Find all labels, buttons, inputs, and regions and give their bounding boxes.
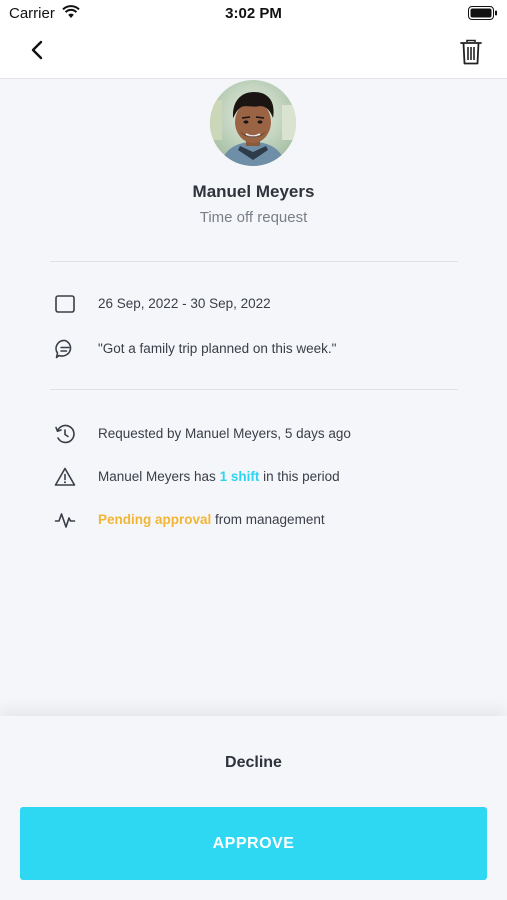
shift-row: Manuel Meyers has 1 shift in this period <box>54 466 474 490</box>
calendar-icon <box>55 295 75 313</box>
divider <box>50 389 458 390</box>
requested-text: Requested by Manuel Meyers, 5 days ago <box>98 426 351 441</box>
shift-text-suffix: in this period <box>259 469 340 484</box>
comment-text: "Got a family trip planned on this week.… <box>98 341 337 356</box>
trash-icon[interactable] <box>459 38 483 66</box>
warning-icon <box>54 467 76 486</box>
navigation-bar <box>0 28 507 79</box>
battery-icon <box>468 6 497 20</box>
avatar <box>210 80 296 166</box>
comment-icon <box>55 339 72 359</box>
action-panel: Decline APPROVE <box>0 716 507 900</box>
status-row: Pending approval from management <box>54 509 474 533</box>
history-clock-icon <box>55 424 75 444</box>
status-text: Pending approval from management <box>98 512 325 527</box>
back-chevron-icon[interactable] <box>26 38 50 62</box>
activity-pulse-icon <box>54 513 76 528</box>
clock-time: 3:02 PM <box>225 5 282 22</box>
comment-row: "Got a family trip planned on this week.… <box>54 338 474 362</box>
shift-count-link[interactable]: 1 shift <box>220 469 260 484</box>
shift-text: Manuel Meyers has 1 shift in this period <box>98 469 340 484</box>
divider <box>50 261 458 262</box>
status-text-suffix: from management <box>211 512 325 527</box>
date-range-row: 26 Sep, 2022 - 30 Sep, 2022 <box>54 293 474 317</box>
approve-button-label: APPROVE <box>212 834 295 852</box>
status-bar: Carrier 3:02 PM <box>0 0 507 28</box>
requested-row: Requested by Manuel Meyers, 5 days ago <box>54 423 474 447</box>
shift-text-prefix: Manuel Meyers has <box>98 469 220 484</box>
pending-status-badge: Pending approval <box>98 512 212 527</box>
decline-button[interactable]: Decline <box>0 754 507 772</box>
approve-button[interactable]: APPROVE <box>20 807 487 880</box>
request-type: Time off request <box>199 209 308 226</box>
date-range-text: 26 Sep, 2022 - 30 Sep, 2022 <box>98 296 271 311</box>
employee-name: Manuel Meyers <box>192 182 315 201</box>
